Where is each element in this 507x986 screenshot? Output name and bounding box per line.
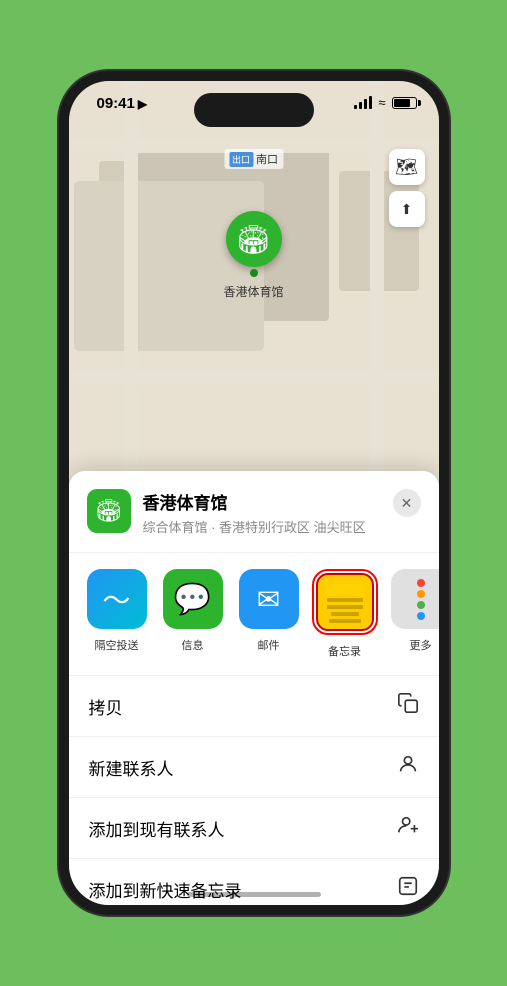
location-header: 🏟 香港体育馆 综合体育馆 · 香港特别行政区 油尖旺区 ✕ [69, 489, 439, 553]
close-button[interactable]: ✕ [393, 489, 421, 517]
location-subtitle: 综合体育馆 · 香港特别行政区 油尖旺区 [143, 517, 421, 536]
new-contact-icon [397, 753, 419, 781]
notes-label: 备忘录 [328, 643, 361, 659]
map-area[interactable]: 出口 南口 🏟 香港体育馆 🗺 ⬆ [69, 81, 439, 511]
add-existing-icon [397, 814, 419, 842]
bottom-sheet: 🏟 香港体育馆 综合体育馆 · 香港特别行政区 油尖旺区 ✕ 〜 隔空投送 💬 [69, 471, 439, 905]
map-road [69, 371, 439, 385]
dynamic-island [194, 93, 314, 127]
location-venue-icon: 🏟 [87, 489, 131, 533]
new-contact-label: 新建联系人 [89, 755, 174, 780]
compass-icon: ⬆ [401, 201, 413, 218]
action-new-contact[interactable]: 新建联系人 [69, 737, 439, 798]
airdrop-label: 隔空投送 [95, 637, 139, 653]
status-icons: ≈ [354, 95, 416, 110]
wifi-icon: ≈ [378, 95, 385, 110]
mail-icon: ✉ [239, 569, 299, 629]
notes-selected-border [312, 569, 378, 635]
location-icon: ▶ [138, 97, 147, 111]
share-item-more[interactable]: 更多 [387, 569, 439, 659]
stadium-icon: 🏟 [236, 223, 272, 256]
battery-icon [392, 97, 417, 109]
map-background: 出口 南口 🏟 香港体育馆 🗺 ⬆ [69, 81, 439, 511]
action-copy[interactable]: 拷贝 [69, 676, 439, 737]
share-actions-row: 〜 隔空投送 💬 信息 ✉ 邮件 [69, 553, 439, 676]
phone-frame: 09:41 ▶ ≈ [59, 71, 449, 915]
message-label: 信息 [182, 637, 204, 653]
pin-circle: 🏟 [225, 211, 281, 267]
share-item-message[interactable]: 💬 信息 [159, 569, 227, 659]
add-existing-label: 添加到现有联系人 [89, 816, 225, 841]
copy-icon [397, 692, 419, 720]
message-icon: 💬 [163, 569, 223, 629]
location-info: 香港体育馆 综合体育馆 · 香港特别行政区 油尖旺区 [143, 489, 421, 536]
signal-bars [354, 96, 372, 109]
status-time: 09:41 ▶ [97, 95, 148, 112]
mail-label: 邮件 [258, 637, 280, 653]
add-notes-label: 添加到新快速备忘录 [89, 877, 242, 902]
share-item-notes[interactable]: 备忘录 [311, 569, 379, 659]
notes-icon [316, 573, 374, 631]
action-add-existing[interactable]: 添加到现有联系人 [69, 798, 439, 859]
map-type-button[interactable]: 🗺 [389, 149, 425, 185]
map-road [124, 81, 138, 511]
map-controls: 🗺 ⬆ [389, 149, 425, 233]
pin-dot [249, 269, 257, 277]
map-type-icon: 🗺 [395, 157, 418, 178]
more-label: 更多 [410, 637, 432, 653]
home-indicator [187, 892, 321, 897]
location-name: 香港体育馆 [143, 489, 421, 514]
more-icon [391, 569, 439, 629]
map-exit-label: 出口 南口 [224, 149, 283, 169]
stadium-pin[interactable]: 🏟 香港体育馆 [223, 211, 283, 300]
action-list: 拷贝 新建联系人 添加到现有联系人 [69, 676, 439, 915]
action-add-notes[interactable]: 添加到新快速备忘录 [69, 859, 439, 915]
map-road [370, 81, 384, 511]
share-item-mail[interactable]: ✉ 邮件 [235, 569, 303, 659]
share-item-airdrop[interactable]: 〜 隔空投送 [83, 569, 151, 659]
pin-label: 香港体育馆 [223, 283, 283, 300]
add-notes-icon [397, 875, 419, 903]
compass-button[interactable]: ⬆ [389, 191, 425, 227]
airdrop-icon: 〜 [87, 569, 147, 629]
copy-label: 拷贝 [89, 694, 123, 719]
